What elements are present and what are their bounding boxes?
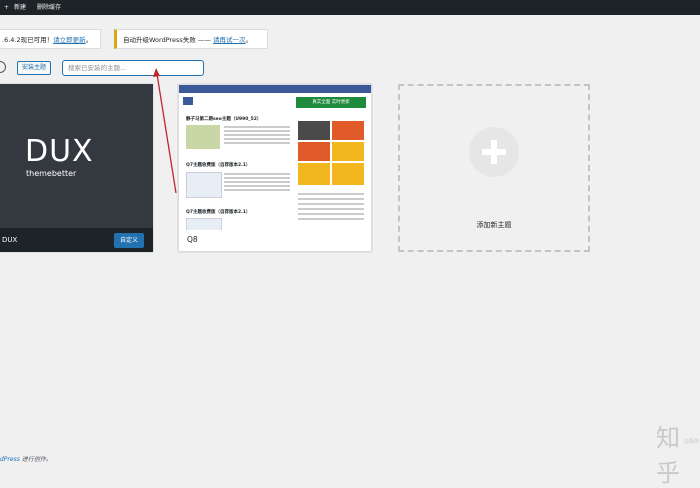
q8-preview-tile <box>332 163 364 185</box>
q8-preview-banner-text: 真实全面 实时更新 <box>312 100 350 105</box>
dux-theme-name: DUX <box>2 236 18 244</box>
q8-preview-tiles <box>298 121 364 185</box>
add-theme-plus-icon[interactable] <box>469 127 519 177</box>
q8-preview-text <box>224 126 290 128</box>
dux-logo: DUX <box>25 134 94 169</box>
q8-preview-tile <box>332 121 364 140</box>
q8-theme-name: Q8 <box>187 235 198 244</box>
q8-preview-thumb <box>186 125 220 149</box>
add-new-theme-label[interactable]: 添加新主题 <box>398 220 590 230</box>
q8-preview-post-title: Q7主题收费版（自荐版本2.1） <box>186 163 251 168</box>
q8-preview-tile <box>298 142 330 161</box>
dux-logo-sub: themebetter <box>26 169 77 178</box>
zhihu-watermark: 知乎 <box>656 424 680 487</box>
q8-preview-thumb <box>186 172 222 198</box>
theme-card-dux[interactable]: DUX themebetter <box>0 84 153 252</box>
customize-button[interactable]: 自定义 <box>114 233 144 248</box>
q8-preview-post-title: 静子马第二期seo主题（U990_52） <box>186 117 262 122</box>
q8-screenshot: 真实全面 实时更新 静子马第二期seo主题（U990_52） Q7主题收费版（自… <box>179 85 371 230</box>
q8-preview-post-title: Q7主题收费版（自荐版本2.1） <box>186 210 251 215</box>
zhihu-watermark-sub: @极简 <box>684 439 700 445</box>
q8-preview-header <box>179 85 371 93</box>
q8-preview-logo <box>183 97 193 105</box>
q8-preview-tile <box>298 163 330 185</box>
q8-preview-tile <box>332 142 364 161</box>
theme-card-q8[interactable]: 真实全面 实时更新 静子马第二期seo主题（U990_52） Q7主题收费版（自… <box>178 84 372 252</box>
q8-preview-thumb <box>186 218 222 230</box>
footer-text: 进行创作。 <box>19 456 52 463</box>
dux-screenshot: DUX themebetter <box>0 84 153 229</box>
admin-footer: dPress 进行创作。 <box>0 454 52 463</box>
q8-preview-sidebar-text <box>298 193 364 195</box>
footer-wordpress-link[interactable]: dPress <box>0 456 20 463</box>
q8-preview-banner: 真实全面 实时更新 <box>296 97 366 108</box>
q8-preview-text <box>224 173 290 175</box>
q8-preview-tile <box>298 121 330 140</box>
